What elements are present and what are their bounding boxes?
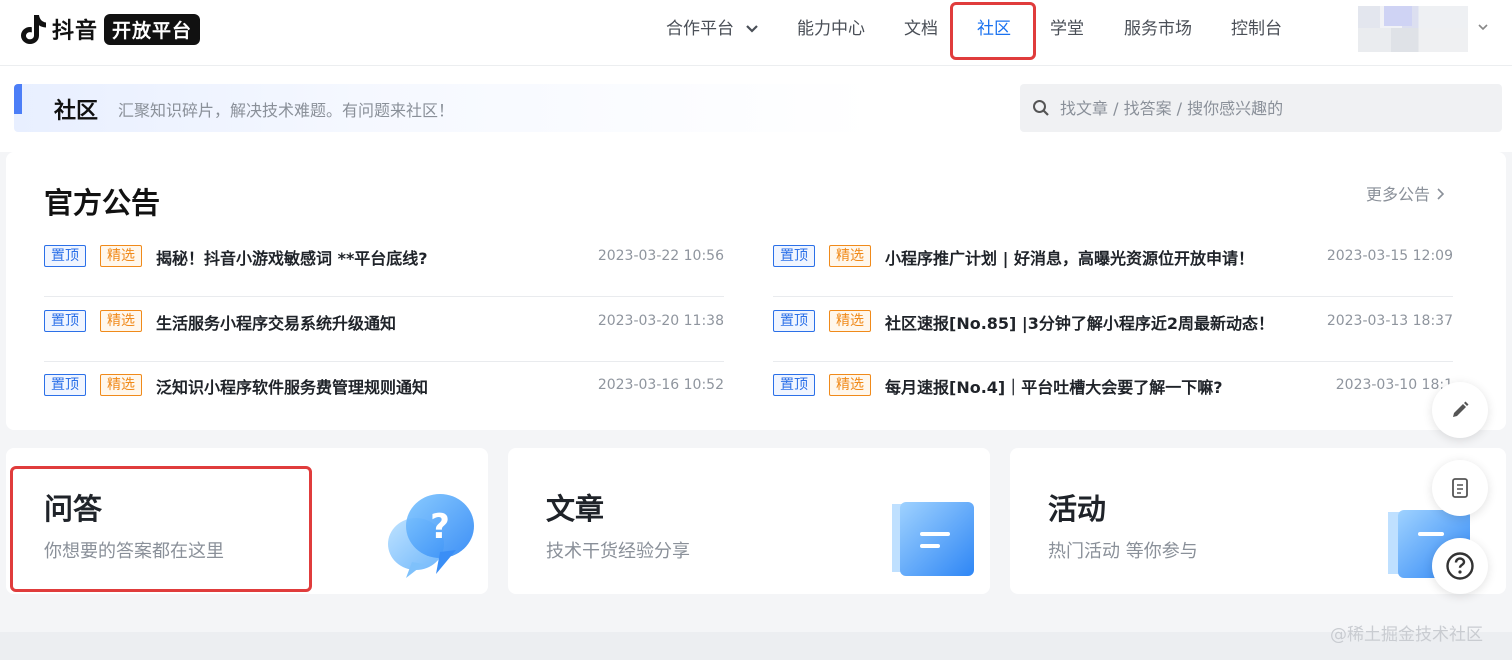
search-icon <box>1033 100 1049 116</box>
nav-item-market[interactable]: 服务市场 <box>1124 0 1192 60</box>
announcement-title[interactable]: 揭秘！抖音小游戏敏感词 **平台底线? <box>156 245 428 269</box>
announcement-row[interactable]: 置顶 精选 揭秘！抖音小游戏敏感词 **平台底线? 2023-03-22 10:… <box>44 233 724 297</box>
more-announcements-link[interactable]: 更多公告 <box>1366 181 1445 205</box>
card-activities[interactable]: 活动 热门活动 等你参与 <box>1010 448 1506 594</box>
more-announcements-label: 更多公告 <box>1366 185 1431 204</box>
card-description: 技术干货经验分享 <box>546 541 690 562</box>
search-box[interactable] <box>1020 84 1502 132</box>
card-title: 文章 <box>546 492 605 526</box>
announcement-row[interactable]: 置顶 精选 小程序推广计划 | 好消息，高曝光资源位开放申请！ 2023-03-… <box>773 233 1453 297</box>
announcement-date: 2023-03-10 18:1 <box>1335 377 1453 393</box>
announcement-row[interactable]: 置顶 精选 泛知识小程序软件服务费管理规则通知 2023-03-16 10:52 <box>44 362 724 426</box>
nav-item-cooperation[interactable]: 合作平台 <box>666 0 759 60</box>
chevron-down-icon <box>746 25 759 33</box>
nav-item-console[interactable]: 控制台 <box>1231 0 1282 60</box>
announcement-date: 2023-03-15 12:09 <box>1326 248 1453 264</box>
card-title: 活动 <box>1048 492 1107 526</box>
tag-featured: 精选 <box>829 310 871 332</box>
pencil-icon <box>1453 401 1469 417</box>
announcement-title[interactable]: 每月速报[No.4]｜平台吐槽大会要了解一下嘛? <box>885 374 1223 398</box>
tag-pinned: 置顶 <box>44 245 86 267</box>
tag-featured: 精选 <box>829 245 871 267</box>
announcement-title[interactable]: 社区速报[No.85] |3分钟了解小程序近2周最新动态！ <box>885 310 1274 334</box>
announcement-title[interactable]: 生活服务小程序交易系统升级通知 <box>156 310 396 334</box>
tag-pinned: 置顶 <box>773 374 815 396</box>
search-input[interactable] <box>1060 92 1480 124</box>
chevron-right-icon <box>1437 188 1445 200</box>
tag-pinned: 置顶 <box>773 245 815 267</box>
announcement-row[interactable]: 置顶 精选 社区速报[No.85] |3分钟了解小程序近2周最新动态！ 2023… <box>773 298 1453 362</box>
announcement-date: 2023-03-20 11:38 <box>597 313 724 329</box>
tag-pinned: 置顶 <box>44 310 86 332</box>
tag-featured: 精选 <box>100 310 142 332</box>
tag-pinned: 置顶 <box>44 374 86 396</box>
brand-badge: 开放平台 <box>104 13 201 45</box>
announcement-row[interactable]: 置顶 精选 生活服务小程序交易系统升级通知 2023-03-20 11:38 <box>44 298 724 362</box>
tag-featured: 精选 <box>100 374 142 396</box>
announcement-title[interactable]: 泛知识小程序软件服务费管理规则通知 <box>156 374 428 398</box>
card-description: 热门活动 等你参与 <box>1048 541 1198 562</box>
announcement-row[interactable]: 置顶 精选 每月速报[No.4]｜平台吐槽大会要了解一下嘛? 2023-03-1… <box>773 362 1453 426</box>
document-icon <box>1452 478 1468 498</box>
brand-name: 抖音 <box>52 19 99 44</box>
highlight-box-qa <box>10 466 312 592</box>
announcement-date: 2023-03-22 10:56 <box>597 248 724 264</box>
tag-featured: 精选 <box>829 374 871 396</box>
nav-item-academy[interactable]: 学堂 <box>1050 0 1084 60</box>
qa-bubble-icon: ? <box>388 494 474 578</box>
svg-text:?: ? <box>430 507 450 547</box>
avatar[interactable] <box>1358 6 1468 52</box>
help-icon <box>1446 552 1474 580</box>
banner-accent <box>14 84 22 114</box>
top-navbar: 抖音 开放平台 合作平台 能力中心 文档 社区 学堂 服务市场 控制台 <box>0 0 1512 66</box>
nav-item-label: 合作平台 <box>666 19 734 39</box>
logo[interactable]: 抖音 开放平台 <box>18 12 201 46</box>
article-folder-icon <box>892 502 974 576</box>
write-button[interactable] <box>1432 382 1488 438</box>
page-bottom <box>0 632 1512 660</box>
announcement-title[interactable]: 小程序推广计划 | 好消息，高曝光资源位开放申请！ <box>885 245 1254 269</box>
nav-item-capability[interactable]: 能力中心 <box>797 0 865 60</box>
announcement-date: 2023-03-13 18:37 <box>1326 313 1453 329</box>
announcements-title: 官方公告 <box>44 186 161 220</box>
draft-button[interactable] <box>1432 460 1488 516</box>
community-subtitle: 汇聚知识碎片，解决技术难题。有问题来社区！ <box>118 101 455 120</box>
announcement-date: 2023-03-16 10:52 <box>597 377 724 393</box>
community-title: 社区 <box>54 99 99 124</box>
caret-down-icon[interactable] <box>1476 20 1490 34</box>
tiktok-logo-icon <box>21 15 46 44</box>
highlight-box-community <box>950 2 1036 60</box>
nav-item-docs[interactable]: 文档 <box>904 0 938 60</box>
tag-featured: 精选 <box>100 245 142 267</box>
watermark: @稀土掘金技术社区 <box>1330 625 1483 645</box>
tag-pinned: 置顶 <box>773 310 815 332</box>
card-articles[interactable]: 文章 技术干货经验分享 <box>508 448 990 594</box>
help-button[interactable] <box>1432 538 1488 594</box>
